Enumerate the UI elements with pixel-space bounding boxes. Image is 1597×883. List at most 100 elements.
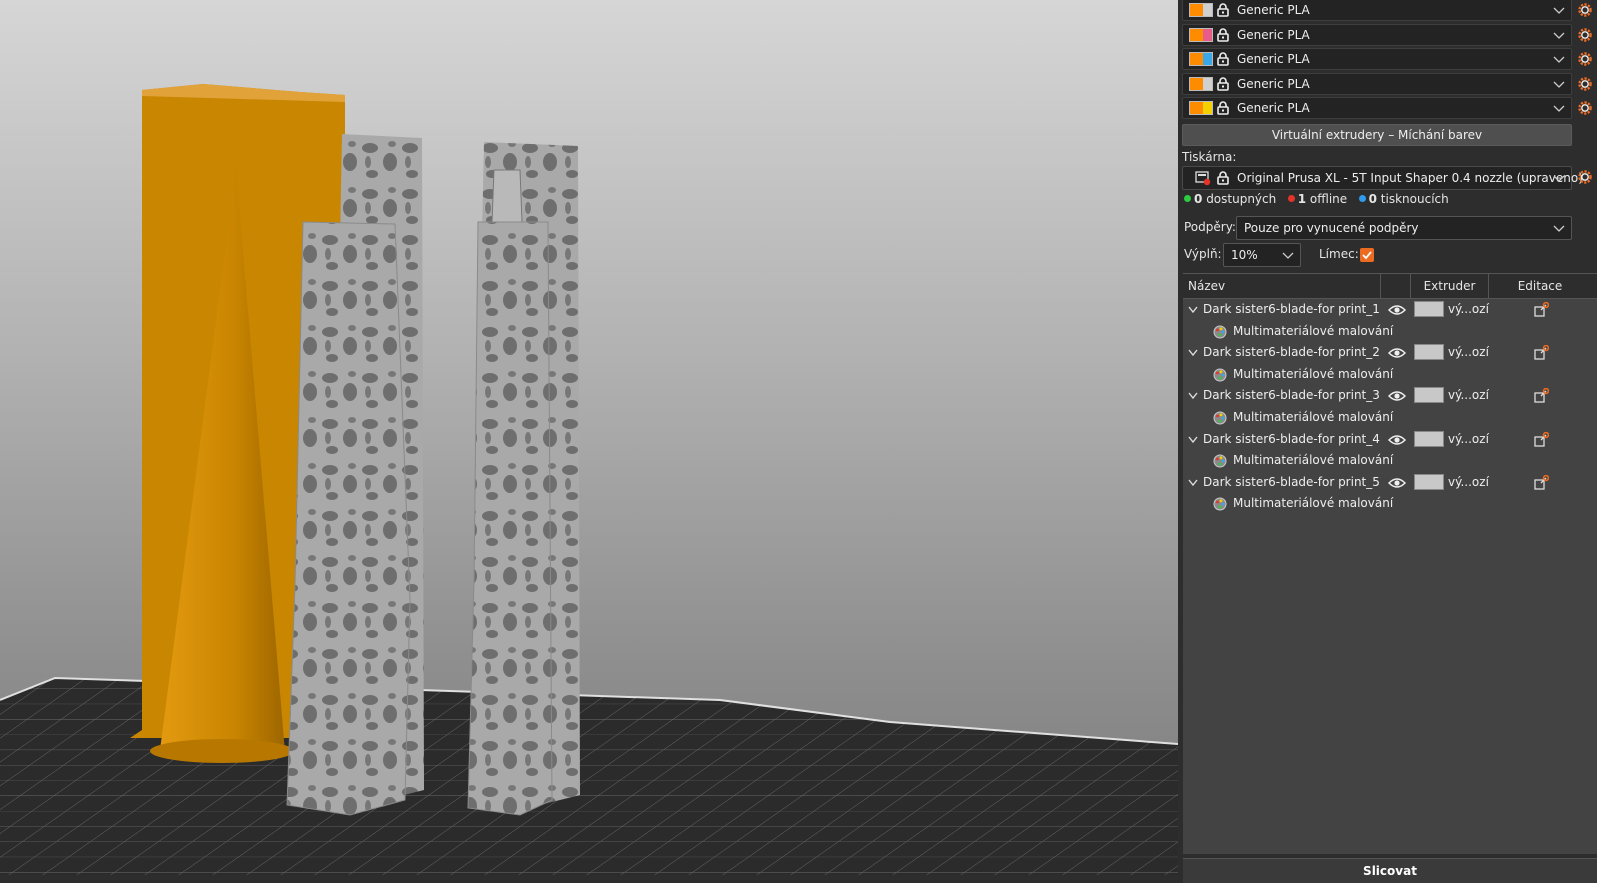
visibility-eye-icon[interactable] xyxy=(1388,476,1406,490)
extruder-color-box[interactable] xyxy=(1414,301,1444,317)
printer-status: 0 dostupných 1 offline 0 tisknoucích xyxy=(1184,192,1449,206)
expand-chevron-icon[interactable] xyxy=(1188,349,1198,357)
visibility-eye-icon[interactable] xyxy=(1388,389,1406,403)
brim-checkbox[interactable] xyxy=(1360,248,1374,262)
filament-select-5[interactable]: Generic PLA xyxy=(1182,97,1572,120)
filament-color-swatch[interactable] xyxy=(1189,76,1213,91)
extruder-value[interactable]: vý...ozí xyxy=(1448,388,1489,402)
header-edit[interactable]: Editace xyxy=(1489,274,1591,298)
expand-chevron-icon[interactable] xyxy=(1188,436,1198,444)
object-row[interactable]: Dark sister6-blade-for print_5 vý...ozí xyxy=(1183,472,1597,494)
edit-object-icon[interactable] xyxy=(1533,388,1549,404)
object-subitem-row[interactable]: Multimateriálové malování xyxy=(1183,407,1597,429)
scene xyxy=(0,84,1178,875)
edit-object-icon[interactable] xyxy=(1533,302,1549,318)
filament-settings-gear-icon[interactable] xyxy=(1577,2,1593,18)
infill-label: Výplň: xyxy=(1184,247,1222,261)
filament-settings-gear-icon[interactable] xyxy=(1577,100,1593,116)
object-row[interactable]: Dark sister6-blade-for print_2 vý...ozí xyxy=(1183,342,1597,364)
object-name: Dark sister6-blade-for print_5 xyxy=(1203,474,1380,489)
chevron-down-icon xyxy=(1553,81,1565,88)
chevron-down-icon xyxy=(1282,252,1294,259)
lock-icon xyxy=(1217,27,1229,42)
blade-slot xyxy=(491,169,523,223)
available-count: 0 xyxy=(1194,192,1203,206)
object-row[interactable]: Dark sister6-blade-for print_1 vý...ozí xyxy=(1183,299,1597,321)
visibility-eye-icon[interactable] xyxy=(1388,346,1406,360)
filament-label: Generic PLA xyxy=(1237,52,1310,67)
chevron-down-icon xyxy=(1553,32,1565,39)
extruder-color-box[interactable] xyxy=(1414,387,1444,404)
lock-icon xyxy=(1217,101,1229,116)
chevron-down-icon xyxy=(1553,175,1565,182)
cone-base xyxy=(150,739,294,763)
object-name: Dark sister6-blade-for print_4 xyxy=(1203,431,1380,446)
extruder-value[interactable]: vý...ozí xyxy=(1448,432,1489,446)
status-printing-dot xyxy=(1358,195,1366,202)
filament-settings-gear-icon[interactable] xyxy=(1577,51,1593,67)
chevron-down-icon xyxy=(1553,56,1565,64)
printer-select[interactable]: Original Prusa XL - 5T Input Shaper 0.4 … xyxy=(1182,166,1583,190)
extruder-value[interactable]: vý...ozí xyxy=(1448,475,1489,489)
supports-select[interactable]: Pouze pro vynucené podpěry xyxy=(1236,216,1572,240)
3d-viewport[interactable] xyxy=(0,0,1178,875)
filament-select-4[interactable]: Generic PLA xyxy=(1182,72,1572,95)
edit-object-icon[interactable] xyxy=(1533,431,1549,448)
visibility-eye-icon[interactable] xyxy=(1388,433,1406,447)
edit-object-icon[interactable] xyxy=(1533,474,1549,491)
extruder-color-box[interactable] xyxy=(1414,430,1444,447)
filament-select-2[interactable]: Generic PLA xyxy=(1182,23,1572,46)
object-row[interactable]: Dark sister6-blade-for print_4 vý...ozí xyxy=(1183,429,1597,451)
filament-color-swatch[interactable] xyxy=(1189,52,1213,67)
header-visibility xyxy=(1381,274,1411,298)
status-offline-dot xyxy=(1287,195,1295,202)
filament-color-swatch[interactable] xyxy=(1189,101,1213,116)
visibility-eye-icon[interactable] xyxy=(1388,303,1406,317)
multimaterial-painting-label: Multimateriálové malování xyxy=(1233,323,1394,338)
available-label: dostupných xyxy=(1206,192,1277,206)
supports-label: Podpěry: xyxy=(1184,220,1236,234)
object-subitem-row[interactable]: Multimateriálové malování xyxy=(1183,493,1597,515)
extruder-color-box[interactable] xyxy=(1414,344,1444,361)
printer-icon xyxy=(1195,171,1211,186)
lock-icon xyxy=(1217,171,1229,185)
edit-object-icon[interactable] xyxy=(1533,345,1549,361)
filament-select-3[interactable]: Generic PLA xyxy=(1182,48,1572,71)
infill-select[interactable]: 10% xyxy=(1223,243,1301,267)
brim-label: Límec: xyxy=(1319,247,1359,261)
object-row[interactable]: Dark sister6-blade-for print_3 vý...ozí xyxy=(1183,385,1597,407)
chevron-down-icon xyxy=(1553,7,1565,14)
expand-chevron-icon[interactable] xyxy=(1188,392,1198,400)
extruder-color-box[interactable] xyxy=(1414,473,1444,490)
extruder-value[interactable]: vý...ozí xyxy=(1448,345,1489,359)
multimaterial-paint-icon xyxy=(1213,368,1227,382)
filament-label: Generic PLA xyxy=(1237,101,1310,116)
header-extruder[interactable]: Extruder xyxy=(1411,274,1489,298)
filament-select-1[interactable]: Generic PLA xyxy=(1182,0,1572,21)
object-subitem-row[interactable]: Multimateriálové malování xyxy=(1183,450,1597,472)
filament-color-swatch[interactable] xyxy=(1189,27,1213,42)
object-subitem-row[interactable]: Multimateriálové malování xyxy=(1183,321,1597,343)
filament-color-swatch[interactable] xyxy=(1189,3,1213,17)
virtual-extruders-button[interactable]: Virtuální extrudery – Míchání barev xyxy=(1182,124,1572,146)
slice-button[interactable]: Slicovat xyxy=(1183,858,1597,883)
expand-chevron-icon[interactable] xyxy=(1188,479,1198,487)
printing-count: 0 xyxy=(1368,192,1377,206)
filament-settings-gear-icon[interactable] xyxy=(1577,27,1593,43)
filament-settings-gear-icon[interactable] xyxy=(1577,76,1593,92)
header-name[interactable]: Název xyxy=(1183,274,1381,298)
multimaterial-paint-icon xyxy=(1213,411,1227,425)
filament-label: Generic PLA xyxy=(1237,3,1310,17)
offline-count: 1 xyxy=(1297,192,1307,206)
multimaterial-painting-label: Multimateriálové malování xyxy=(1233,453,1394,468)
extruder-value[interactable]: vý...ozí xyxy=(1448,302,1489,316)
filament-label: Generic PLA xyxy=(1237,27,1310,42)
printer-settings-gear-icon[interactable] xyxy=(1577,169,1593,185)
printer-section-label: Tiskárna: xyxy=(1182,150,1237,164)
object-list[interactable]: Název Extruder Editace Dark sister6-blad… xyxy=(1183,273,1597,854)
multimaterial-paint-icon xyxy=(1213,497,1227,511)
multimaterial-painting-label: Multimateriálové malování xyxy=(1233,409,1394,424)
printer-name: Original Prusa XL - 5T Input Shaper 0.4 … xyxy=(1237,171,1583,185)
object-subitem-row[interactable]: Multimateriálové malování xyxy=(1183,364,1597,386)
expand-chevron-icon[interactable] xyxy=(1188,306,1198,314)
